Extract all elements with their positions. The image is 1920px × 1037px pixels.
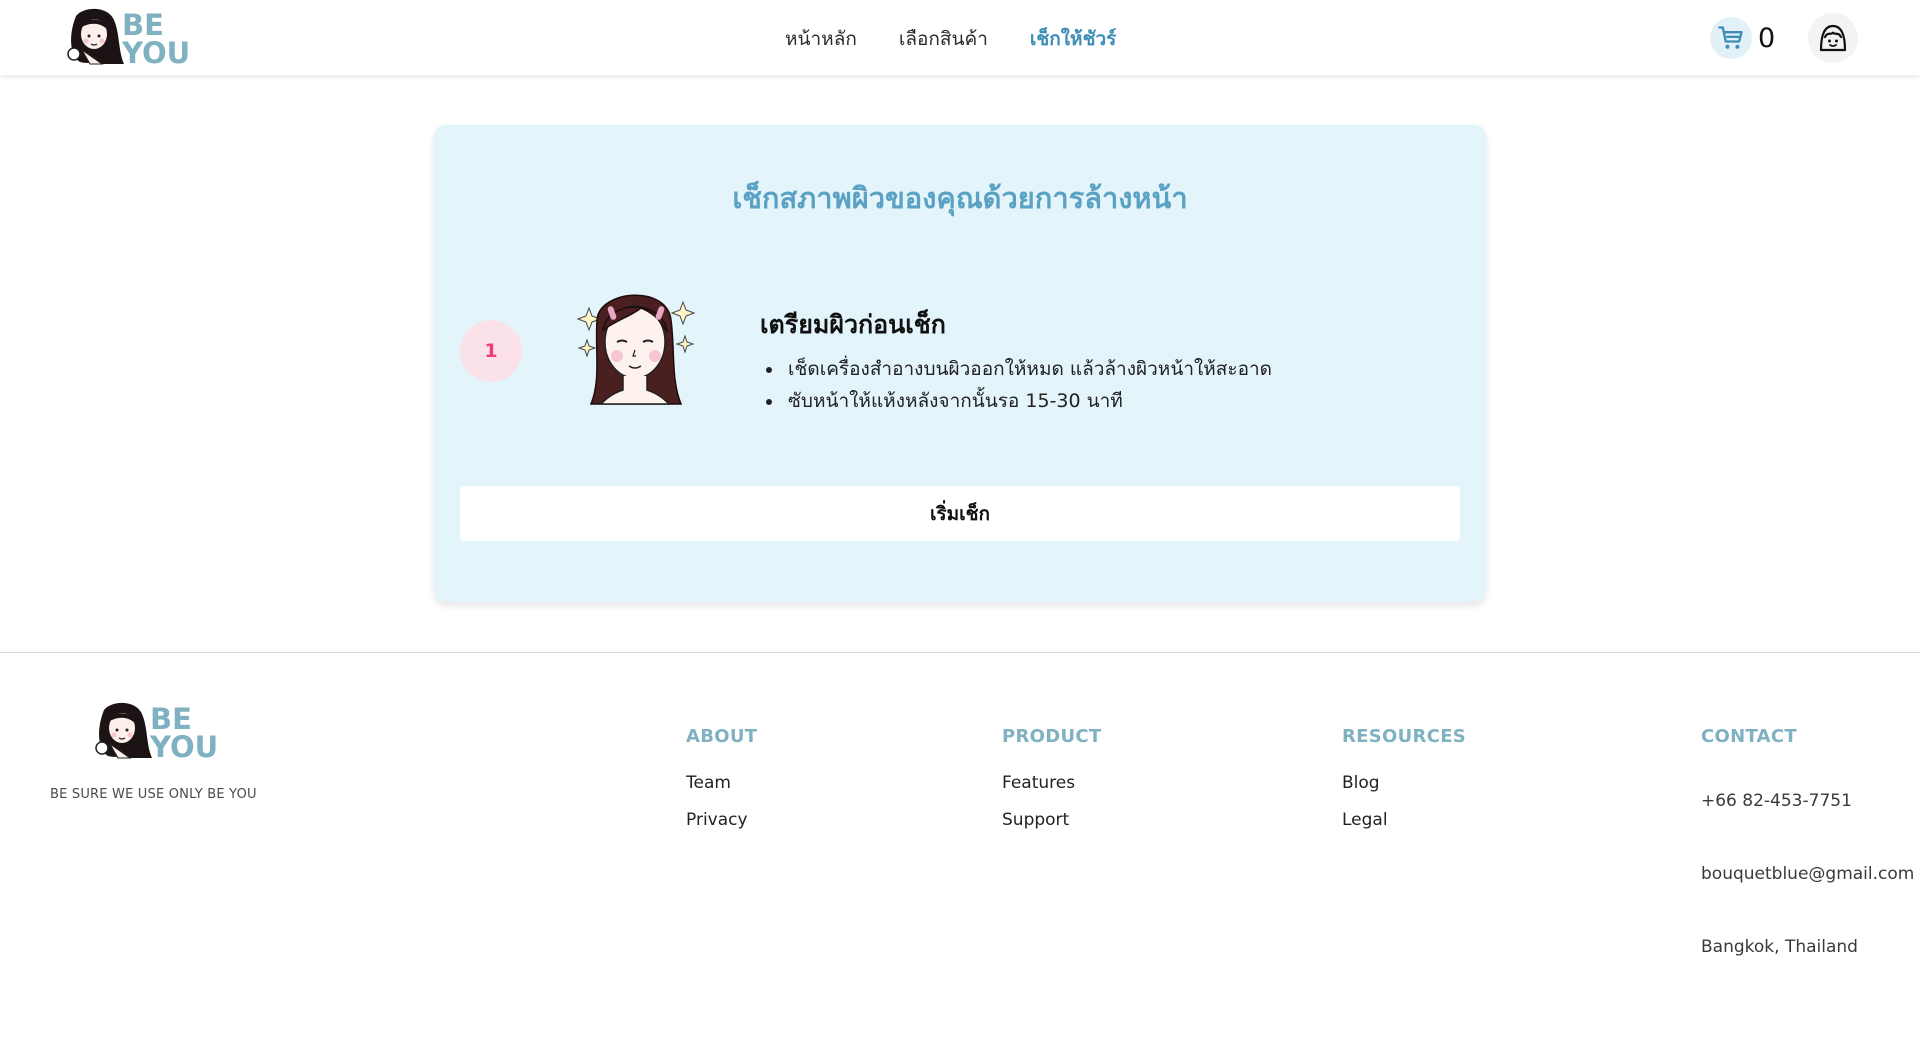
footer-logo[interactable]: BE YOU (90, 700, 220, 764)
nav-home[interactable]: หน้าหลัก (785, 24, 857, 54)
footer-col-contact: CONTACT +66 82-453-7751 bouquetblue@gmai… (1701, 726, 1914, 1010)
logo-wordmark: BE YOU (150, 705, 219, 764)
footer-link-features[interactable]: Features (1002, 773, 1102, 793)
contact-email: bouquetblue@gmail.com (1701, 864, 1915, 884)
logo-wordmark: BE YOU (122, 11, 191, 70)
step-number-badge: 1 (460, 320, 522, 382)
logo-girl-icon (67, 8, 124, 65)
step-title: เตรียมผิวก่อนเช็ก (760, 310, 946, 339)
contact-phone: +66 82-453-7751 (1701, 791, 1852, 811)
nav-check[interactable]: เช็กให้ชัวร์ (1030, 24, 1116, 54)
footer-col-resources: RESOURCES Blog Legal (1342, 726, 1466, 847)
cart-button[interactable]: 0 (1710, 17, 1775, 59)
logo-word-you: YOU (150, 729, 219, 764)
footer-col-product: PRODUCT Features Support (1002, 726, 1102, 847)
brand-tagline: BE SURE WE USE ONLY BE YOU (50, 787, 257, 802)
footer-link-legal[interactable]: Legal (1342, 810, 1466, 830)
brand-logo[interactable]: BE YOU (62, 6, 192, 70)
footer-link-blog[interactable]: Blog (1342, 773, 1466, 793)
contact-location: Bangkok, Thailand (1701, 937, 1858, 957)
footer-link-privacy[interactable]: Privacy (686, 810, 757, 830)
logo-girl-icon (95, 702, 152, 759)
main-nav: หน้าหลัก เลือกสินค้า เช็กให้ชัวร์ (785, 24, 1116, 54)
footer-divider (0, 652, 1920, 653)
site-header: BE YOU หน้าหลัก เลือกสินค้า เช็กให้ชัวร์… (0, 0, 1920, 75)
footer-heading: CONTACT (1701, 726, 1797, 747)
nav-products[interactable]: เลือกสินค้า (899, 24, 988, 54)
footer-col-about: ABOUT Team Privacy (686, 726, 757, 847)
skin-check-card: เช็กสภาพผิวของคุณด้วยการล้างหน้า 1 เตรีย… (434, 125, 1486, 602)
cart-count: 0 (1758, 22, 1776, 54)
instruction-item: เช็ดเครื่องสำอางบนผิวออกให้หมด แล้วล้างผ… (784, 353, 1272, 385)
profile-button[interactable] (1808, 13, 1858, 63)
logo-word-you: YOU (122, 35, 191, 70)
footer-heading: ABOUT (686, 726, 758, 747)
footer-heading: RESOURCES (1342, 726, 1467, 747)
start-check-button[interactable]: เริ่มเช็ก (460, 486, 1460, 541)
step-instructions: เช็ดเครื่องสำอางบนผิวออกให้หมด แล้วล้างผ… (784, 353, 1272, 417)
footer-heading: PRODUCT (1002, 726, 1102, 747)
cart-icon-wrap (1710, 17, 1752, 59)
footer-link-team[interactable]: Team (686, 773, 757, 793)
card-title: เช็กสภาพผิวของคุณด้วยการล้างหน้า (732, 181, 1188, 215)
footer-link-support[interactable]: Support (1002, 810, 1102, 830)
profile-face-icon (1819, 24, 1847, 52)
face-illustration (576, 294, 696, 405)
cart-icon (1718, 26, 1743, 49)
instruction-item: ซับหน้าให้แห้งหลังจากนั้นรอ 15-30 นาที (784, 385, 1272, 417)
